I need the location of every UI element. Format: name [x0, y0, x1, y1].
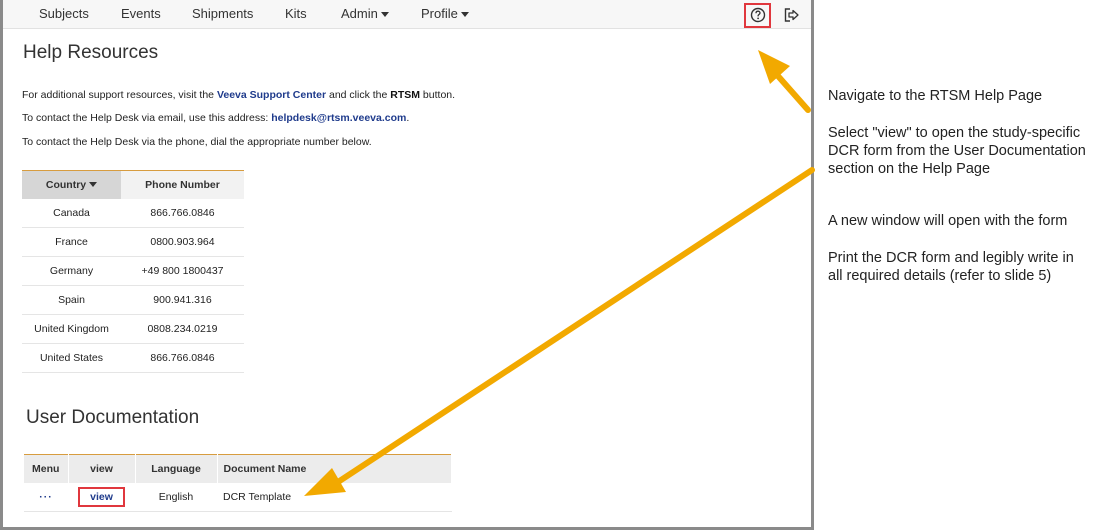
country-header-label: Country — [45, 178, 87, 191]
chevron-down-icon — [460, 12, 469, 18]
table-row: United Kingdom 0808.234.0219 — [22, 314, 244, 344]
view-cell: view — [68, 482, 135, 512]
phone-line: To contact the Help Desk via the phone, … — [22, 136, 372, 148]
phone-cell: 866.766.0846 — [121, 343, 244, 373]
table-row: ··· view English DCR Template — [24, 482, 452, 512]
instruction-step-2: Select "view" to open the study-specific… — [828, 125, 1086, 177]
veeva-support-center-link[interactable]: Veeva Support Center — [217, 89, 326, 101]
phone-cell: +49 800 1800437 — [121, 256, 244, 286]
phone-table-header: Country Phone Number — [22, 170, 244, 199]
line1-mid: and click the — [326, 89, 391, 101]
instruction-step-1: Navigate to the RTSM Help Page — [828, 88, 1043, 104]
document-name-column-header[interactable]: Document Name — [217, 454, 452, 483]
caret-down-icon — [89, 182, 98, 188]
menu-cell: ··· — [24, 482, 68, 512]
phone-cell: 0800.903.964 — [121, 227, 244, 257]
country-cell: Canada — [22, 198, 121, 228]
phone-cell: 0808.234.0219 — [121, 314, 244, 344]
support-center-line: For additional support resources, visit … — [22, 89, 455, 101]
documentation-table-header: Menu view Language Document Name — [24, 454, 452, 483]
instruction-step-4: Print the DCR form and legibly write in … — [828, 250, 1074, 284]
view-column-header: view — [68, 454, 136, 483]
language-column-header[interactable]: Language — [135, 454, 218, 483]
country-cell: United Kingdom — [22, 314, 121, 344]
nav-events[interactable]: Events — [121, 6, 161, 21]
logout-icon[interactable] — [783, 7, 800, 23]
line2-pre: To contact the Help Desk via email, use … — [22, 112, 272, 124]
country-column-header[interactable]: Country — [22, 170, 121, 199]
country-cell: Spain — [22, 285, 121, 315]
question-circle-icon[interactable] — [750, 7, 766, 23]
nav-subjects[interactable]: Subjects — [39, 6, 89, 21]
helpdesk-email-link[interactable]: helpdesk@rtsm.veeva.com — [271, 112, 406, 124]
language-cell: English — [135, 482, 217, 512]
instruction-step-3: A new window will open with the form — [828, 213, 1068, 229]
phone-cell: 900.941.316 — [121, 285, 244, 315]
user-documentation-title: User Documentation — [26, 407, 200, 428]
nav-shipments[interactable]: Shipments — [192, 6, 253, 21]
view-link[interactable]: view — [78, 486, 125, 507]
nav-admin[interactable]: Admin — [341, 6, 389, 21]
table-row: United States 866.766.0846 — [22, 343, 244, 373]
table-row: Germany +49 800 1800437 — [22, 256, 244, 286]
top-navigation: Subjects Events Shipments Kits Admin Pro… — [3, 0, 811, 29]
phone-column-header[interactable]: Phone Number — [121, 170, 244, 199]
document-name-cell: DCR Template — [217, 482, 452, 512]
table-row: Spain 900.941.316 — [22, 285, 244, 315]
row-menu-button[interactable]: ··· — [39, 491, 53, 503]
nav-profile-label: Profile — [421, 6, 458, 21]
chevron-down-icon — [380, 12, 389, 18]
nav-profile[interactable]: Profile — [421, 6, 469, 21]
line1-post: button. — [420, 89, 456, 101]
country-cell: France — [22, 227, 121, 257]
nav-admin-label: Admin — [341, 6, 378, 21]
screenshot-frame: Subjects Events Shipments Kits Admin Pro… — [0, 0, 814, 530]
page-title: Help Resources — [23, 42, 159, 63]
phone-cell: 866.766.0846 — [121, 198, 244, 228]
documentation-table: Menu view Language Document Name ··· vie… — [24, 454, 452, 512]
nav-kits[interactable]: Kits — [285, 6, 307, 21]
email-line: To contact the Help Desk via email, use … — [22, 112, 409, 124]
table-row: Canada 866.766.0846 — [22, 198, 244, 228]
menu-column-header: Menu — [24, 454, 69, 483]
table-row: France 0800.903.964 — [22, 227, 244, 257]
line1-pre: For additional support resources, visit … — [22, 89, 217, 101]
country-cell: Germany — [22, 256, 121, 286]
rtsm-label: RTSM — [390, 89, 421, 101]
country-cell: United States — [22, 343, 121, 373]
line2-post: . — [406, 112, 410, 124]
phone-table: Country Phone Number Canada 866.766.0846 … — [22, 170, 244, 373]
